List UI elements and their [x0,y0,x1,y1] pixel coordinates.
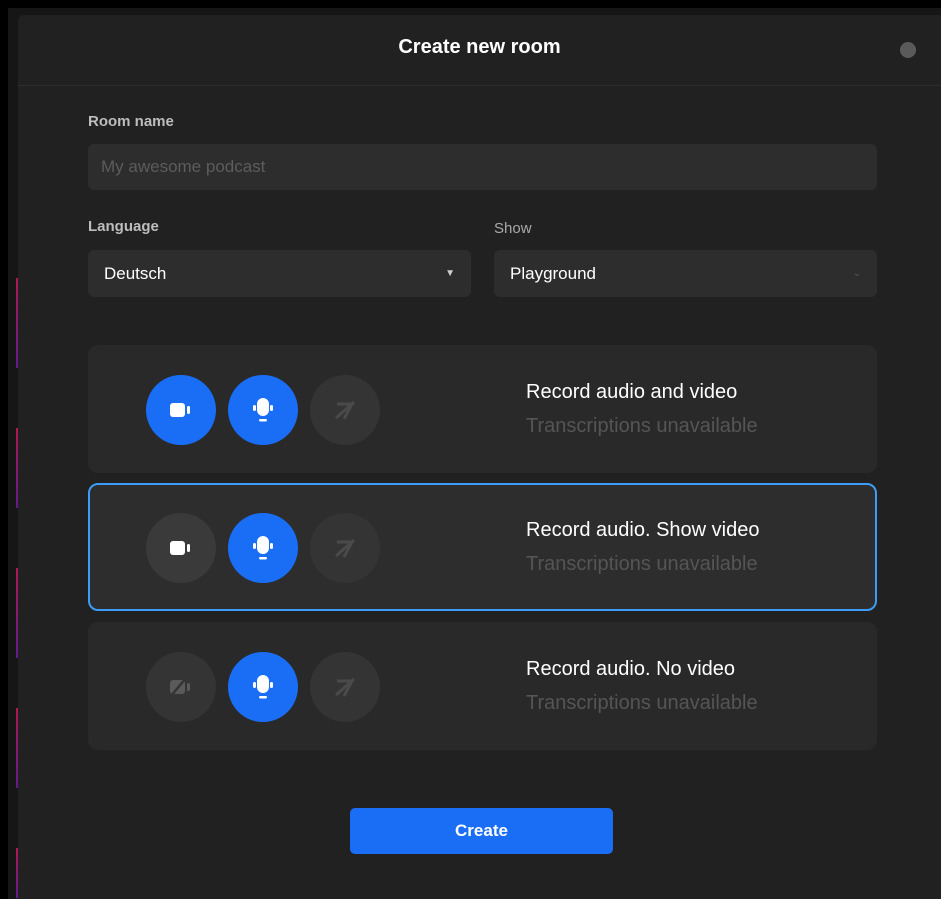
video-camera-icon [146,375,216,445]
transcription-off-icon [310,375,380,445]
mode-icons [146,513,380,583]
room-name-label: Room name [88,113,174,130]
dialog-title: Create new room [398,36,561,58]
mode-subtitle: Transcriptions unavailable [526,415,758,437]
create-button[interactable]: Create [350,808,613,854]
transcription-off-icon [310,652,380,722]
chevron-down-icon: ⌄ [852,268,861,279]
microphone-icon [228,513,298,583]
close-dialog-button[interactable] [900,42,916,58]
room-name-input[interactable] [88,144,877,190]
transcription-off-icon [310,513,380,583]
show-selected-value: Playground [510,263,597,283]
show-label: Show [494,220,532,237]
mode-text: Record audio. Show video Transcriptions … [526,518,759,576]
mode-option-audio-show-video[interactable]: Record audio. Show video Transcriptions … [88,483,877,611]
mode-title: Record audio. No video [526,658,736,680]
show-select[interactable]: Playground ⌄ [494,250,877,297]
mode-icons [146,652,380,722]
microphone-icon [228,652,298,722]
microphone-icon [228,375,298,445]
mode-title: Record audio. Show video [526,519,760,541]
mode-icons [146,375,380,445]
mode-text: Record audio and video Transcriptions un… [526,380,758,438]
create-room-dialog: Create new room Room name Language Deuts… [18,15,941,899]
mode-text: Record audio. No video Transcriptions un… [526,657,758,715]
mode-option-audio-video[interactable]: Record audio and video Transcriptions un… [88,345,877,473]
dialog-header: Create new room [18,15,941,86]
mode-subtitle: Transcriptions unavailable [526,692,758,714]
language-label: Language [88,218,159,235]
video-camera-icon [146,513,216,583]
language-selected-value: Deutsch [104,263,167,283]
video-camera-off-icon [146,652,216,722]
language-select[interactable]: Deutsch ▼ [88,250,471,297]
chevron-down-icon: ▼ [445,268,455,279]
mode-subtitle: Transcriptions unavailable [526,553,758,575]
mode-title: Record audio and video [526,381,738,403]
mode-option-audio-no-video[interactable]: Record audio. No video Transcriptions un… [88,622,877,750]
